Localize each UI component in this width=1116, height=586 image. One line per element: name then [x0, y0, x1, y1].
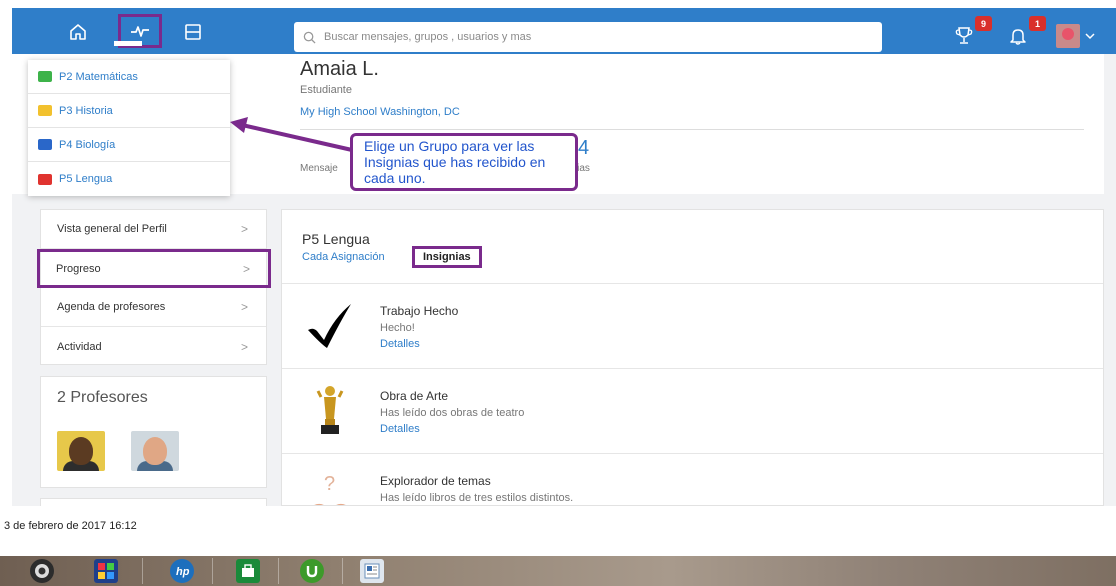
- sidebar-card: [40, 498, 267, 506]
- group-label: P5 Lengua: [59, 173, 113, 185]
- taskbar-separator: [212, 558, 213, 584]
- divider: [300, 129, 1084, 130]
- group-color-swatch: [38, 173, 52, 185]
- chevron-right-icon: >: [240, 339, 248, 354]
- group-item-p4-biologia[interactable]: P4 Biología: [28, 128, 230, 162]
- group-color-swatch: [38, 105, 52, 116]
- profile-role: Estudiante: [300, 84, 352, 96]
- nav-item-label: Actividad: [57, 340, 102, 353]
- group-label: P3 Historia: [59, 104, 113, 117]
- group-item-p2-matematicas[interactable]: P2 Matemáticas: [28, 60, 230, 94]
- callout-arrow: [230, 117, 353, 152]
- nav-item-profile-overview[interactable]: Vista general del Perfil >: [41, 210, 266, 249]
- taskbar-separator: [278, 558, 279, 584]
- badges-count-badge: 9: [975, 16, 992, 31]
- chevron-right-icon: >: [240, 300, 248, 314]
- tab-each-assignment[interactable]: Cada Asignación: [302, 251, 385, 263]
- hp-app-icon[interactable]: hp: [170, 559, 194, 583]
- group-color-swatch: [38, 139, 52, 150]
- group-dropdown-menu: P2 Matemáticas P3 Historia P4 Biología P…: [28, 60, 230, 196]
- search-icon: [294, 22, 324, 52]
- group-item-p5-lengua[interactable]: P5 Lengua: [28, 162, 230, 196]
- stat-label-messages: Mensaje: [300, 163, 338, 174]
- navbar: 9 1: [12, 8, 1116, 54]
- nav-item-teacher-planner[interactable]: Agenda de profesores >: [41, 288, 266, 327]
- group-label: P4 Biología: [59, 138, 116, 151]
- group-label: P2 Matemáticas: [59, 70, 138, 83]
- group-item-p3-historia[interactable]: P3 Historia: [28, 94, 230, 128]
- badge-row: Obra de Arte Has leído dos obras de teat…: [282, 368, 1103, 454]
- torrent-app-icon[interactable]: [300, 559, 324, 583]
- svg-text:hp: hp: [176, 566, 190, 578]
- document-app-icon[interactable]: [360, 559, 384, 583]
- search-bar[interactable]: [294, 22, 882, 52]
- home-icon[interactable]: [63, 18, 93, 46]
- nav-item-progress[interactable]: Progreso >: [37, 249, 271, 288]
- badge-row: ? Explorador de temas Has leído libros d…: [282, 453, 1103, 505]
- nav-item-label: Agenda de profesores: [57, 301, 166, 313]
- top-bar: 9 1: [0, 0, 1116, 54]
- badge-name: Obra de Arte: [380, 389, 449, 403]
- badge-description: Hecho!: [380, 322, 415, 334]
- teachers-card: 2 Profesores: [40, 376, 267, 488]
- tab-badges[interactable]: Insignias: [412, 246, 482, 268]
- badge-description: Has leído libros de tres estilos distint…: [380, 492, 574, 504]
- search-input[interactable]: [324, 24, 864, 50]
- group-color-swatch: [38, 71, 52, 82]
- badge-details-link[interactable]: Detalles: [380, 423, 420, 435]
- profile-nav-menu: Vista general del Perfil > Progreso > Ag…: [37, 209, 271, 366]
- avatar: [1056, 24, 1080, 48]
- screenshot-timestamp: 3 de febrero de 2017 16:12: [4, 520, 137, 532]
- badge-row: Trabajo Hecho Hecho! Detalles: [282, 283, 1103, 369]
- badge-name: Trabajo Hecho: [380, 304, 459, 318]
- notifications-count-badge: 1: [1029, 16, 1046, 31]
- active-nav-indicator: [114, 41, 142, 46]
- nav-item-activity[interactable]: Actividad >: [41, 327, 266, 366]
- teacher-avatar[interactable]: [131, 431, 179, 471]
- book-icon: ?: [300, 466, 360, 505]
- photos-app-icon[interactable]: [94, 559, 118, 583]
- taskbar-separator: [342, 558, 343, 584]
- chevron-right-icon: >: [240, 222, 248, 236]
- user-menu[interactable]: [1056, 24, 1110, 48]
- teachers-title: 2 Profesores: [57, 389, 148, 406]
- checkmark-icon: [300, 296, 360, 356]
- os-taskbar: hp: [0, 556, 1116, 586]
- taskbar-separator: [142, 558, 143, 584]
- badge-details-link[interactable]: Detalles: [380, 338, 420, 350]
- badge-description: Has leído dos obras de teatro: [380, 407, 525, 419]
- notifications-bell-icon[interactable]: 1: [1004, 16, 1046, 50]
- badges-panel: P5 Lengua Cada Asignación Insignias Trab…: [281, 209, 1104, 506]
- chevron-right-icon: >: [242, 261, 250, 276]
- teacher-avatar[interactable]: [57, 431, 105, 471]
- nav-item-label: Vista general del Perfil: [57, 223, 167, 235]
- camera-app-icon[interactable]: [30, 559, 54, 583]
- planner-icon[interactable]: [178, 18, 208, 46]
- svg-text:?: ?: [324, 473, 335, 495]
- badges-trophy-icon[interactable]: 9: [950, 16, 992, 50]
- panel-group-title: P5 Lengua: [302, 231, 370, 247]
- profile-stat-value[interactable]: 4: [578, 137, 589, 160]
- badge-name: Explorador de temas: [380, 474, 491, 488]
- instruction-callout: Elige un Grupo para ver las Insignias qu…: [350, 133, 578, 191]
- profile-name: Amaia L.: [300, 58, 379, 80]
- trophy-icon: [300, 381, 360, 441]
- nav-item-label: Progreso: [56, 262, 101, 275]
- store-app-icon[interactable]: [236, 559, 260, 583]
- chevron-down-icon: [1085, 27, 1095, 45]
